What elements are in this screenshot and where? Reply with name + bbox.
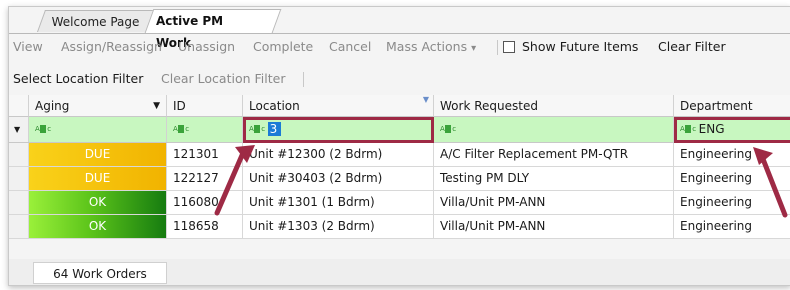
cell-aging[interactable]: OK: [29, 215, 167, 238]
annotation-arrow-department: [753, 147, 788, 218]
cell-aging[interactable]: DUE: [29, 167, 167, 190]
filter-condition-icon: Ac: [440, 125, 456, 133]
annotation-arrow-location: [214, 145, 255, 216]
action-toolbar: View Assign/Reassign Unassign Complete C…: [9, 36, 790, 58]
column-header-aging-label: Aging: [35, 99, 70, 113]
tab-active-pm-work[interactable]: Active PM Work: [144, 9, 282, 50]
column-header-aging[interactable]: Aging ▼: [29, 95, 167, 117]
show-future-items-checkbox[interactable]: [503, 41, 515, 53]
filter-funnel-icon: ▼: [422, 95, 429, 104]
tab-strip: Welcome Page Active PM Work: [9, 7, 790, 50]
show-future-items-label[interactable]: Show Future Items: [522, 36, 638, 58]
pm-work-panel: Welcome Page Active PM Work View Assign/…: [8, 6, 790, 286]
work-order-count: 64 Work Orders: [33, 262, 167, 284]
assign-reassign-button[interactable]: Assign/Reassign: [61, 36, 162, 58]
cell-aging[interactable]: OK: [29, 191, 167, 214]
tab-welcome-page-label: Welcome Page: [51, 15, 140, 29]
filter-row-indicator-icon: ▼: [9, 117, 29, 142]
row-indicator[interactable]: [9, 215, 29, 238]
cell-location[interactable]: Unit #30403 (2 Bdrm): [243, 167, 434, 190]
clear-location-filter-button[interactable]: Clear Location Filter: [161, 68, 285, 90]
select-location-filter-button[interactable]: Select Location Filter: [13, 68, 143, 90]
unassign-button[interactable]: Unassign: [178, 36, 235, 58]
table-row[interactable]: DUE 122127 Unit #30403 (2 Bdrm) Testing PM …: [9, 167, 790, 191]
cancel-button[interactable]: Cancel: [329, 36, 371, 58]
column-header-department[interactable]: Department: [674, 95, 790, 117]
mass-actions-label: Mass Actions: [386, 39, 468, 54]
cell-location[interactable]: Unit #12300 (2 Bdrm): [243, 143, 434, 166]
row-indicator[interactable]: [9, 191, 29, 214]
cell-work[interactable]: Testing PM DLY: [434, 167, 674, 190]
cell-location[interactable]: Unit #1301 (1 Bdrm): [243, 191, 434, 214]
tab-welcome-page[interactable]: Welcome Page: [36, 10, 164, 32]
location-toolbar: Select Location Filter Clear Location Fi…: [9, 68, 790, 90]
filter-condition-icon: Ac: [173, 125, 189, 133]
table-row[interactable]: DUE 121301 Unit #12300 (2 Bdrm) A/C Filter …: [9, 143, 790, 167]
cell-work[interactable]: Villa/Unit PM-ANN: [434, 215, 674, 238]
cell-work[interactable]: Villa/Unit PM-ANN: [434, 191, 674, 214]
cell-aging[interactable]: DUE: [29, 143, 167, 166]
row-indicator[interactable]: [9, 143, 29, 166]
cell-work[interactable]: A/C Filter Replacement PM-QTR: [434, 143, 674, 166]
toolbar-separator: [497, 40, 498, 55]
view-button[interactable]: View: [13, 36, 43, 58]
filter-cell-work-requested[interactable]: Ac: [434, 117, 674, 142]
grid-footer: 64 Work Orders: [9, 259, 790, 285]
sort-desc-icon[interactable]: ▼: [153, 95, 160, 117]
location-filter-highlight: [243, 117, 434, 143]
cell-location[interactable]: Unit #1303 (2 Bdrm): [243, 215, 434, 238]
row-indicator-header: [9, 95, 29, 117]
column-header-location-label: Location: [249, 99, 300, 113]
chevron-down-icon: ▾: [471, 43, 477, 54]
complete-button[interactable]: Complete: [253, 36, 313, 58]
filter-cell-aging[interactable]: Ac: [29, 117, 167, 142]
column-header-id[interactable]: ID: [167, 95, 243, 117]
filter-condition-icon: Ac: [35, 125, 51, 133]
row-indicator[interactable]: [9, 167, 29, 190]
table-row[interactable]: OK 116080 Unit #1301 (1 Bdrm) Villa/Unit PM…: [9, 191, 790, 215]
table-row[interactable]: OK 118658 Unit #1303 (2 Bdrm) Villa/Unit PM…: [9, 215, 790, 239]
tab-divider: [9, 33, 790, 34]
column-header-location[interactable]: Location ▼: [243, 95, 434, 117]
department-filter-highlight: [674, 117, 790, 143]
mass-actions-button[interactable]: Mass Actions ▾: [386, 36, 476, 60]
column-header-work-requested[interactable]: Work Requested: [434, 95, 674, 117]
filter-cell-id[interactable]: Ac: [167, 117, 243, 142]
toolbar-separator: [303, 72, 304, 87]
clear-filter-button[interactable]: Clear Filter: [658, 36, 726, 58]
